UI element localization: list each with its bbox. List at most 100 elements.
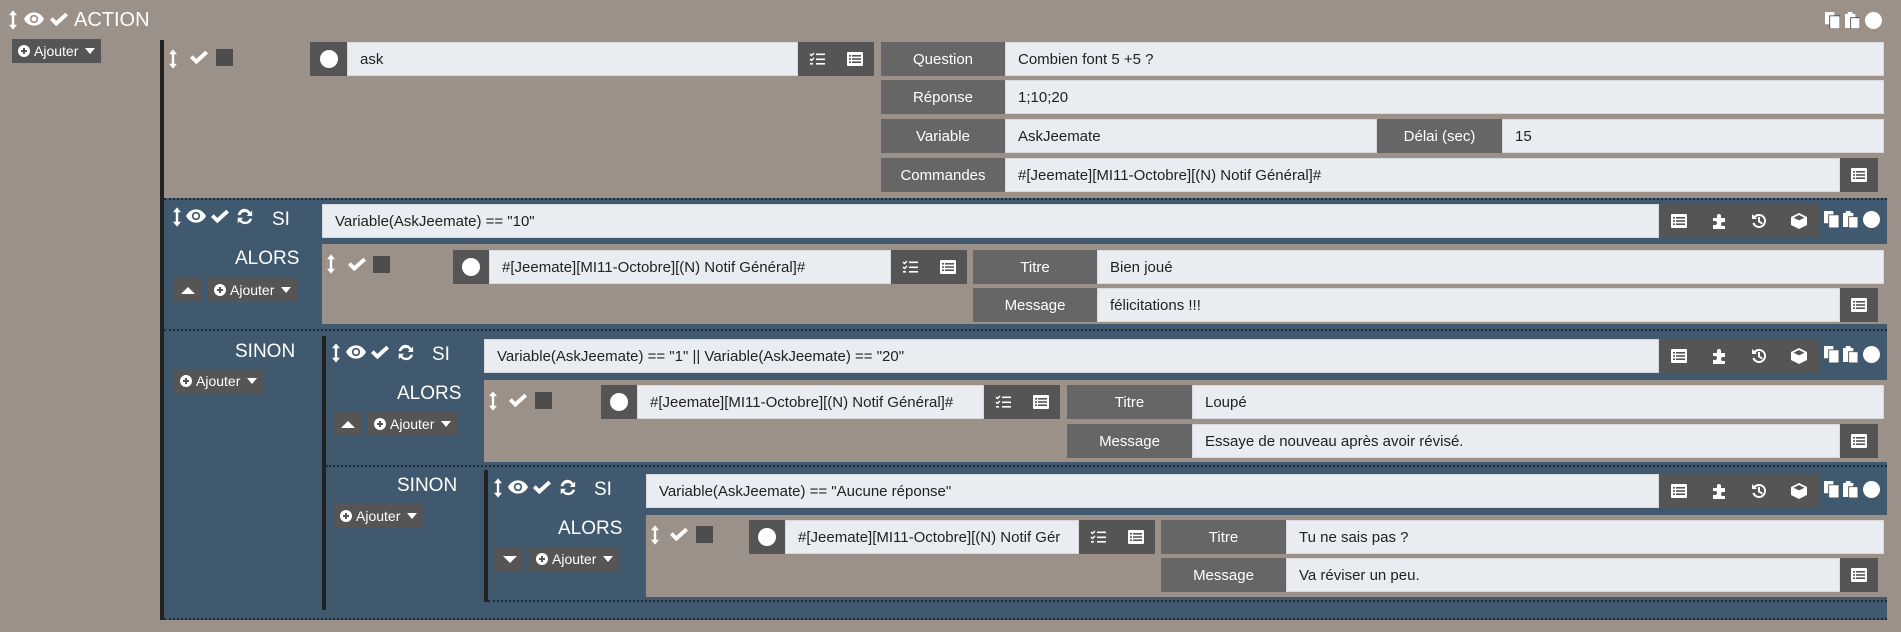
list-icon[interactable] xyxy=(1117,520,1155,554)
list-icon[interactable] xyxy=(1022,385,1060,419)
list-icon[interactable] xyxy=(1840,558,1878,592)
command-input[interactable]: #[Jeemate][MI11-Octobre][(N) Notif Génér… xyxy=(489,250,891,284)
enable-checkbox[interactable] xyxy=(190,50,208,66)
history-icon[interactable] xyxy=(1739,474,1779,508)
eye-icon[interactable] xyxy=(186,209,206,223)
enable-checkbox[interactable] xyxy=(348,257,366,273)
cube-icon[interactable] xyxy=(1779,204,1819,238)
list-icon[interactable] xyxy=(929,250,967,284)
commandes-input[interactable]: #[Jeemate][MI11-Octobre][(N) Notif Génér… xyxy=(1005,158,1840,192)
options-checkbox[interactable] xyxy=(696,526,713,543)
question-label: Question xyxy=(881,42,1005,76)
message-input[interactable]: Essaye de nouveau après avoir révisé. xyxy=(1192,424,1840,458)
copy-icon[interactable] xyxy=(1825,12,1840,29)
add-button[interactable]: Ajouter xyxy=(530,547,620,571)
puzzle-icon[interactable] xyxy=(1699,204,1739,238)
expand-button[interactable] xyxy=(496,547,524,571)
si-label: SI xyxy=(594,479,612,500)
drag-handle-icon[interactable] xyxy=(651,525,659,545)
cube-icon[interactable] xyxy=(1779,474,1819,508)
add-button[interactable]: Ajouter xyxy=(334,504,424,528)
list-icon[interactable] xyxy=(1659,339,1699,373)
add-button[interactable]: Ajouter xyxy=(368,412,458,436)
drag-handle-icon[interactable] xyxy=(327,254,335,274)
condition-input[interactable]: Variable(AskJeemate) == "Aucune réponse" xyxy=(646,474,1659,508)
list-icon[interactable] xyxy=(1659,474,1699,508)
copy-icon[interactable] xyxy=(1824,481,1839,498)
list-icon[interactable] xyxy=(1840,158,1878,192)
enable-checkbox[interactable] xyxy=(533,480,551,496)
refresh-icon[interactable] xyxy=(235,207,253,225)
delai-label: Délai (sec) xyxy=(1377,119,1502,153)
paste-icon[interactable] xyxy=(1843,481,1858,498)
copy-icon[interactable] xyxy=(1824,346,1839,363)
command-input[interactable]: #[Jeemate][MI11-Octobre][(N) Notif Gér xyxy=(785,520,1079,554)
add-button[interactable]: Ajouter xyxy=(174,369,264,393)
condition-input[interactable]: Variable(AskJeemate) == "10" xyxy=(322,204,1659,238)
drag-handle-icon[interactable] xyxy=(489,391,497,411)
tasks-icon[interactable] xyxy=(984,385,1022,419)
options-checkbox[interactable] xyxy=(216,49,233,66)
cube-icon[interactable] xyxy=(1779,339,1819,373)
command-input[interactable]: #[Jeemate][MI11-Octobre][(N) Notif Génér… xyxy=(637,385,984,419)
list-icon[interactable] xyxy=(1840,424,1878,458)
options-checkbox[interactable] xyxy=(535,392,552,409)
list-icon[interactable] xyxy=(836,42,874,76)
list-icon[interactable] xyxy=(1840,288,1878,322)
options-checkbox[interactable] xyxy=(373,256,390,273)
question-input[interactable]: Combien font 5 +5 ? xyxy=(1005,42,1884,76)
paste-icon[interactable] xyxy=(1843,211,1858,228)
enable-checkbox[interactable] xyxy=(670,527,688,543)
tasks-icon[interactable] xyxy=(891,250,929,284)
enable-checkbox[interactable] xyxy=(371,345,389,361)
drag-handle-icon[interactable] xyxy=(494,478,502,498)
remove-action-button[interactable] xyxy=(749,520,785,554)
eye-icon[interactable] xyxy=(24,12,44,26)
copy-icon[interactable] xyxy=(1824,211,1839,228)
chevron-down-icon xyxy=(247,378,258,384)
eye-icon[interactable] xyxy=(508,480,528,494)
enable-checkbox[interactable] xyxy=(509,393,527,409)
paste-icon[interactable] xyxy=(1843,346,1858,363)
history-icon[interactable] xyxy=(1739,204,1779,238)
action-name-input[interactable]: ask xyxy=(347,42,798,76)
drag-handle-icon[interactable] xyxy=(332,343,340,363)
remove-icon[interactable] xyxy=(1863,211,1880,228)
drag-handle-icon[interactable] xyxy=(9,10,17,30)
message-input[interactable]: Va réviser un peu. xyxy=(1286,558,1840,592)
refresh-icon[interactable] xyxy=(558,478,576,496)
remove-icon[interactable] xyxy=(1863,481,1880,498)
titre-input[interactable]: Tu ne sais pas ? xyxy=(1286,520,1884,554)
delai-input[interactable]: 15 xyxy=(1502,119,1884,153)
enable-checkbox[interactable] xyxy=(211,209,229,225)
chevron-up-icon xyxy=(341,420,355,428)
message-input[interactable]: félicitations !!! xyxy=(1097,288,1840,322)
add-button[interactable]: Ajouter xyxy=(12,39,102,63)
drag-handle-icon[interactable] xyxy=(169,49,177,69)
add-button[interactable]: Ajouter xyxy=(208,278,298,302)
list-icon[interactable] xyxy=(1659,204,1699,238)
remove-icon[interactable] xyxy=(1863,346,1880,363)
remove-icon[interactable] xyxy=(1865,12,1882,29)
titre-input[interactable]: Loupé xyxy=(1192,385,1884,419)
paste-icon[interactable] xyxy=(1845,12,1860,29)
enable-checkbox[interactable] xyxy=(50,12,68,28)
remove-action-button[interactable] xyxy=(310,42,347,76)
puzzle-icon[interactable] xyxy=(1699,474,1739,508)
collapse-button[interactable] xyxy=(174,278,202,302)
drag-handle-icon[interactable] xyxy=(173,207,181,227)
divider xyxy=(164,618,1887,620)
condition-input[interactable]: Variable(AskJeemate) == "1" || Variable(… xyxy=(484,339,1659,373)
puzzle-icon[interactable] xyxy=(1699,339,1739,373)
collapse-button[interactable] xyxy=(334,412,362,436)
reponse-input[interactable]: 1;10;20 xyxy=(1005,80,1884,114)
variable-input[interactable]: AskJeemate xyxy=(1005,119,1377,153)
remove-action-button[interactable] xyxy=(601,385,637,419)
tasks-icon[interactable] xyxy=(1079,520,1117,554)
tasks-icon[interactable] xyxy=(798,42,836,76)
remove-action-button[interactable] xyxy=(453,250,489,284)
titre-input[interactable]: Bien joué xyxy=(1097,250,1884,284)
eye-icon[interactable] xyxy=(346,345,366,359)
history-icon[interactable] xyxy=(1739,339,1779,373)
refresh-icon[interactable] xyxy=(396,343,414,361)
